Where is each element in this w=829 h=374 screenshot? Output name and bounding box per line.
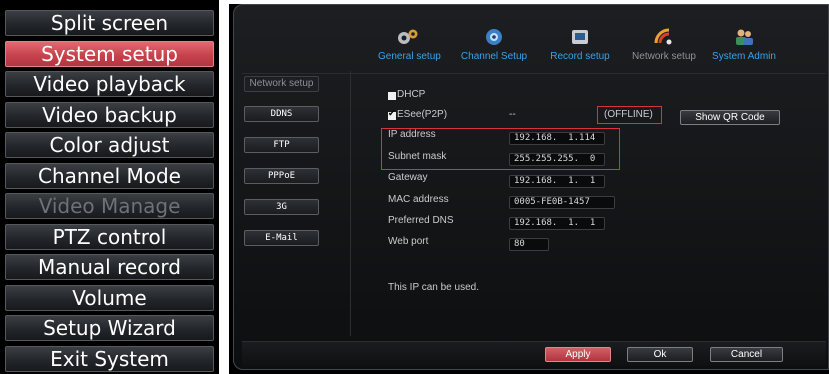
tab-channel-setup[interactable]: Channel Setup (458, 27, 530, 69)
menu-video-manage: Video Manage (5, 193, 214, 219)
menu-system-setup[interactable]: System setup (5, 41, 214, 67)
side-tab-ddns[interactable]: DDNS (244, 106, 319, 122)
tab-system-admin-label: System Admin (712, 51, 776, 62)
esee-label: ESee(P2P) (397, 109, 448, 120)
menu-color-adjust[interactable]: Color adjust (5, 132, 214, 158)
mac-address-field: 0005-FE0B-1457 (509, 196, 615, 209)
web-port-field[interactable]: 80 (509, 238, 549, 251)
gateway-label: Gateway (388, 172, 428, 183)
esee-id: -- (509, 109, 516, 120)
mac-address-label: MAC address (388, 194, 449, 205)
side-tab-network-setup[interactable]: Network setup (244, 76, 319, 92)
camera-icon (483, 27, 505, 47)
tab-record-setup-label: Record setup (550, 51, 610, 62)
tab-general-setup[interactable]: General setup (378, 27, 441, 69)
subnet-mask-field[interactable]: 255.255.255. 0 (509, 153, 605, 166)
tab-system-admin[interactable]: System Admin (708, 27, 780, 69)
menu-volume[interactable]: Volume (5, 285, 214, 311)
status-message: This IP can be used. (388, 282, 479, 293)
dhcp-checkbox[interactable] (388, 92, 396, 100)
network-icon (653, 27, 675, 47)
side-tab-3g[interactable]: 3G (244, 199, 319, 215)
main-menu: Split screen System setup Video playback… (0, 0, 219, 374)
menu-split-screen[interactable]: Split screen (5, 10, 214, 36)
side-tab-ftp[interactable]: FTP (244, 137, 319, 153)
record-device-icon (569, 27, 591, 47)
esee-checkbox[interactable] (388, 109, 396, 120)
tab-general-setup-label: General setup (378, 51, 441, 62)
tab-network-setup-label: Network setup (632, 51, 696, 62)
gears-icon (397, 27, 419, 47)
web-port-label: Web port (388, 236, 429, 247)
apply-button[interactable]: Apply (545, 347, 611, 362)
preferred-dns-field[interactable]: 192.168. 1. 1 (509, 217, 605, 230)
side-tab-pppoe[interactable]: PPPoE (244, 168, 319, 184)
side-tab-email[interactable]: E-Mail (244, 230, 319, 246)
preferred-dns-label: Preferred DNS (388, 215, 454, 226)
ip-address-label: IP address (388, 129, 436, 140)
menu-setup-wizard[interactable]: Setup Wizard (5, 315, 214, 341)
users-icon (733, 27, 755, 47)
subnet-mask-label: Subnet mask (388, 151, 447, 162)
ok-button[interactable]: Ok (627, 347, 693, 362)
esee-status: (OFFLINE) (604, 109, 653, 120)
menu-video-playback[interactable]: Video playback (5, 71, 214, 97)
cancel-button[interactable]: Cancel (710, 347, 783, 362)
settings-panel: General setup Channel Setup Record setup… (229, 4, 829, 374)
gateway-field[interactable]: 192.168. 1. 1 (509, 175, 605, 188)
panel-frame: General setup Channel Setup Record setup… (233, 4, 829, 370)
ip-address-field[interactable]: 192.168. 1.114 (509, 132, 605, 145)
tab-channel-setup-label: Channel Setup (460, 51, 528, 62)
menu-channel-mode[interactable]: Channel Mode (5, 163, 214, 189)
dhcp-label: DHCP (397, 89, 426, 100)
menu-manual-record[interactable]: Manual record (5, 254, 214, 280)
tab-record-setup[interactable]: Record setup (546, 27, 614, 69)
menu-ptz-control[interactable]: PTZ control (5, 224, 214, 250)
show-qr-code-button[interactable]: Show QR Code (680, 110, 780, 125)
menu-exit-system[interactable]: Exit System (5, 346, 214, 372)
tab-network-setup[interactable]: Network setup (626, 27, 702, 69)
menu-video-backup[interactable]: Video backup (5, 102, 214, 128)
